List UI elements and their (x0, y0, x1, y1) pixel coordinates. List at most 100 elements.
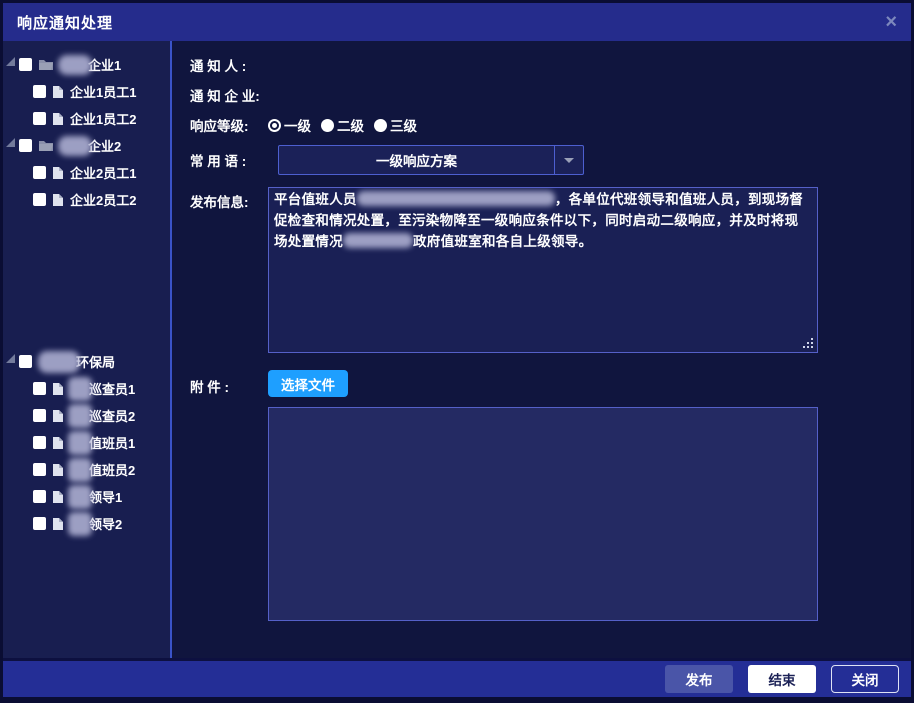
file-icon (52, 463, 64, 477)
dialog-title: 响应通知处理 (17, 12, 113, 33)
message-text: 政府值班室和各自上级领导。 (413, 234, 592, 249)
file-icon (52, 193, 64, 207)
attachment-row: 附 件 : 选择文件 (190, 370, 911, 621)
tree-leaf-inspector1[interactable]: 巡查员1 (3, 375, 170, 402)
tree-item-label: 领导1 (89, 487, 122, 506)
tree-item-label: 值班员1 (89, 433, 135, 452)
tree-checkbox[interactable] (33, 112, 46, 125)
tree-checkbox[interactable] (33, 193, 46, 206)
tree-checkbox[interactable] (33, 490, 46, 503)
attachment-label: 附 件 : (190, 370, 268, 396)
redaction-blur (68, 404, 92, 428)
file-icon (52, 166, 64, 180)
redaction-blur (58, 136, 92, 156)
folder-icon (38, 58, 54, 71)
close-icon[interactable]: × (885, 12, 897, 32)
notification-form: 通 知 人 : 通 知 企 业: 响应等级: 一级 二级 (172, 41, 911, 658)
redaction-blur (68, 431, 92, 455)
dropdown-arrow-button[interactable] (554, 146, 583, 174)
attachment-list (268, 407, 818, 621)
file-icon (52, 85, 64, 99)
textarea-resize-handle[interactable] (811, 346, 813, 348)
response-level-row: 响应等级: 一级 二级 三级 (190, 115, 911, 135)
tree-item-label: 环保局 (76, 352, 115, 371)
tree-leaf-enterprise2-staff2[interactable]: 企业2员工2 (3, 186, 170, 213)
notify-enterprise-label: 通 知 企 业: (190, 85, 268, 105)
tree-item-label: 值班员2 (89, 460, 135, 479)
tree-item-label: 企业2 (88, 136, 121, 155)
recipient-tree: 企业1 企业1员工1 企业1员工2 (3, 41, 172, 658)
tree-group-enterprise2[interactable]: 企业2 (3, 132, 170, 159)
publish-message-textarea[interactable]: 平台值班人员，各单位代班领导和值班人员，到现场督促检查和情况处置，至污染物降至一… (268, 187, 818, 353)
folder-icon (38, 139, 54, 152)
chevron-down-icon (564, 158, 574, 163)
publish-info-label: 发布信息: (190, 187, 268, 211)
file-icon (52, 382, 64, 396)
publish-info-row: 发布信息: 平台值班人员，各单位代班领导和值班人员，到现场督促检查和情况处置，至… (190, 187, 911, 353)
tree-item-label: 企业2员工2 (70, 190, 136, 209)
common-phrase-selected-value: 一级响应方案 (279, 146, 554, 174)
redaction-blur (68, 458, 92, 482)
radio-level-2[interactable]: 二级 (321, 115, 364, 135)
tree-leaf-enterprise2-staff1[interactable]: 企业2员工1 (3, 159, 170, 186)
tree-leaf-leader2[interactable]: 领导2 (3, 510, 170, 537)
title-bar: 响应通知处理 × (3, 3, 911, 41)
notifier-row: 通 知 人 : (190, 55, 911, 75)
notifier-label: 通 知 人 : (190, 55, 268, 75)
tree-checkbox[interactable] (19, 139, 32, 152)
tree-checkbox[interactable] (33, 409, 46, 422)
expand-arrow-icon[interactable] (6, 138, 15, 147)
radio-label: 二级 (337, 115, 364, 135)
radio-selected-icon[interactable] (268, 119, 281, 132)
tree-checkbox[interactable] (33, 436, 46, 449)
file-icon (52, 436, 64, 450)
redaction-blur (68, 377, 92, 401)
dialog-footer: 发布 结束 关闭 (3, 658, 911, 697)
file-icon (52, 409, 64, 423)
tree-item-label: 企业1员工2 (70, 109, 136, 128)
tree-checkbox[interactable] (33, 463, 46, 476)
tree-checkbox[interactable] (19, 355, 32, 368)
file-icon (52, 517, 64, 531)
tree-leaf-duty-officer2[interactable]: 值班员2 (3, 456, 170, 483)
tree-item-label: 巡查员1 (89, 379, 135, 398)
tree-leaf-inspector2[interactable]: 巡查员2 (3, 402, 170, 429)
tree-leaf-enterprise1-staff2[interactable]: 企业1员工2 (3, 105, 170, 132)
file-icon (52, 490, 64, 504)
expand-arrow-icon[interactable] (6, 354, 15, 363)
file-icon (52, 112, 64, 126)
tree-group-epa-bureau[interactable]: 环保局 (3, 348, 170, 375)
radio-label: 一级 (284, 115, 311, 135)
tree-leaf-duty-officer1[interactable]: 值班员1 (3, 429, 170, 456)
tree-checkbox[interactable] (19, 58, 32, 71)
tree-leaf-enterprise1-staff1[interactable]: 企业1员工1 (3, 78, 170, 105)
message-text: 平台值班人员 (274, 192, 357, 207)
close-button[interactable]: 关闭 (831, 665, 899, 693)
attachment-area: 选择文件 (268, 370, 818, 621)
tree-item-label: 企业2员工1 (70, 163, 136, 182)
tree-leaf-leader1[interactable]: 领导1 (3, 483, 170, 510)
choose-file-button[interactable]: 选择文件 (268, 370, 348, 397)
radio-level-1[interactable]: 一级 (268, 115, 311, 135)
common-phrase-select[interactable]: 一级响应方案 (278, 145, 584, 175)
redaction-blur (58, 55, 92, 75)
publish-button[interactable]: 发布 (665, 665, 733, 693)
common-phrase-row: 常 用 语 : 一级响应方案 (190, 145, 911, 175)
tree-checkbox[interactable] (33, 166, 46, 179)
expand-arrow-icon[interactable] (6, 57, 15, 66)
tree-spacer (3, 213, 170, 348)
radio-label: 三级 (390, 115, 417, 135)
tree-checkbox[interactable] (33, 517, 46, 530)
response-level-radio-group: 一级 二级 三级 (268, 115, 417, 135)
radio-level-3[interactable]: 三级 (374, 115, 417, 135)
response-notification-dialog: 响应通知处理 × 企业1 企业1员工1 (0, 0, 914, 703)
tree-checkbox[interactable] (33, 382, 46, 395)
dialog-content: 企业1 企业1员工1 企业1员工2 (3, 41, 911, 658)
radio-unselected-icon[interactable] (321, 119, 334, 132)
common-phrase-label: 常 用 语 : (190, 150, 268, 170)
tree-group-enterprise1[interactable]: 企业1 (3, 51, 170, 78)
tree-checkbox[interactable] (33, 85, 46, 98)
end-button[interactable]: 结束 (748, 665, 816, 693)
tree-item-label: 企业1 (88, 55, 121, 74)
radio-unselected-icon[interactable] (374, 119, 387, 132)
